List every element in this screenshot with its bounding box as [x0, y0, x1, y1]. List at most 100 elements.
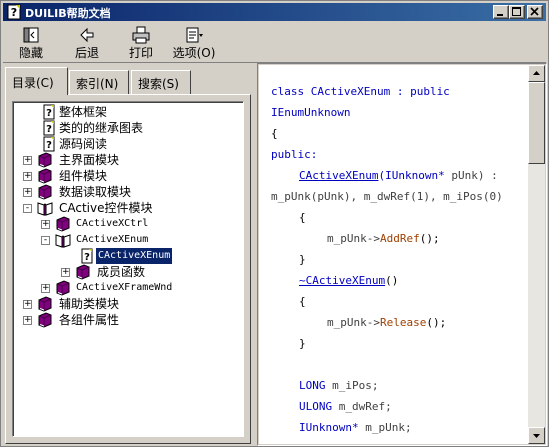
tab-search-label: 搜索(S) — [138, 77, 179, 91]
tab-index-label: 索引(N) — [76, 77, 119, 91]
tree-item-label: 辅助类模块 — [59, 297, 120, 311]
code-line: IUnknown* m_pUnk; — [299, 421, 412, 434]
hide-pane-icon — [23, 27, 39, 43]
contents-tree[interactable]: ? 整体框架 ? 类的的继承图表 ? 源码阅读 + 主界面模块 + 组件模块 +… — [12, 101, 244, 437]
code-line: m_pUnk->Release(); — [327, 316, 447, 329]
back-label: 后退 — [74, 46, 99, 60]
minimize-button[interactable] — [493, 5, 509, 19]
code-line: CActiveXEnum(IUnknown* pUnk) : — [299, 169, 498, 182]
tree-item-label: 组件模块 — [59, 169, 108, 183]
arrow-down-icon — [533, 434, 540, 438]
code-line: class CActiveXEnum : public — [271, 85, 450, 98]
tab-search[interactable]: 搜索(S) — [131, 70, 191, 94]
expand-toggle[interactable]: + — [23, 172, 32, 181]
topic-pane: class CActiveXEnum : public IEnumUnknown… — [257, 63, 547, 446]
svg-text:?: ? — [11, 6, 17, 19]
closed-book-icon — [38, 296, 52, 312]
constructor-link[interactable]: CActiveXEnum — [299, 169, 378, 182]
tree-item-label: 数据读取模块 — [59, 185, 132, 199]
options-label: 选项(O) — [172, 46, 216, 60]
tab-index[interactable]: 索引(N) — [69, 70, 129, 94]
options-button[interactable]: 选项(O) — [169, 25, 219, 61]
maximize-icon — [512, 7, 521, 16]
expand-toggle[interactable]: + — [23, 300, 32, 309]
close-icon — [530, 7, 539, 16]
maximize-button[interactable] — [509, 5, 525, 19]
closed-book-icon — [76, 264, 90, 280]
tree-item-label: 整体框架 — [59, 105, 108, 119]
expand-toggle[interactable]: + — [41, 284, 50, 293]
code-line: public: — [271, 148, 318, 161]
closed-book-icon — [38, 312, 52, 328]
open-book-icon — [37, 202, 53, 216]
window-title: DUILIB帮助文档 — [25, 7, 111, 20]
print-label: 打印 — [128, 46, 153, 60]
open-book-icon — [55, 234, 71, 248]
closed-book-icon — [38, 168, 52, 184]
tree-item-label: 成员函数 — [97, 265, 146, 279]
closed-book-icon — [56, 280, 70, 296]
contents-tab-panel: ? 整体框架 ? 类的的继承图表 ? 源码阅读 + 主界面模块 + 组件模块 +… — [5, 94, 251, 444]
tree-item-label: 各组件属性 — [59, 313, 120, 327]
tree-item-label-selected: CActiveXEnum — [94, 247, 174, 265]
svg-text:?: ? — [84, 252, 90, 263]
tab-contents-label: 目录(C) — [12, 76, 54, 90]
navigation-pane: 目录(C) 索引(N) 搜索(S) ? 整体框架 ? 类的的继承图表 ? 源码阅… — [3, 65, 255, 446]
expand-toggle[interactable]: + — [23, 316, 32, 325]
scroll-thumb[interactable] — [528, 82, 545, 164]
tree-item-label: CActive控件模块 — [59, 201, 153, 215]
help-app-icon: ? — [7, 4, 21, 20]
code-line: IEnumUnknown — [271, 106, 351, 119]
closed-book-icon — [56, 216, 70, 232]
code-line: m_pUnk->AddRef(); — [327, 232, 440, 245]
expand-toggle[interactable]: + — [61, 268, 70, 277]
close-button[interactable] — [527, 5, 543, 19]
code-line: ~CActiveXEnum() — [299, 274, 399, 287]
tree-item-label: 类的的继承图表 — [59, 121, 144, 135]
print-button[interactable]: 打印 — [119, 25, 163, 61]
tree-item-label: 源码阅读 — [59, 137, 108, 151]
tree-item-label: CActiveXEnum — [76, 234, 149, 245]
closed-book-icon — [38, 152, 52, 168]
closed-book-icon — [38, 184, 52, 200]
hide-button[interactable]: 隐藏 — [9, 25, 53, 61]
svg-text:?: ? — [46, 140, 52, 151]
toolbar: 隐藏 后退 打印 选项(O) — [3, 23, 546, 63]
code-line: LONG m_iPos; — [299, 379, 379, 392]
expand-toggle[interactable]: + — [23, 188, 32, 197]
collapse-toggle[interactable]: - — [41, 236, 50, 245]
minimize-icon — [497, 14, 503, 16]
expand-toggle[interactable]: + — [41, 220, 50, 229]
scroll-up-button[interactable] — [528, 65, 545, 82]
help-window: ? DUILIB帮助文档 隐藏 后退 打印 选项(O) 目录(C) 索引(N) … — [0, 0, 549, 447]
code-line: } — [299, 253, 306, 266]
code-line: { — [271, 127, 278, 140]
tree-item-label: 主界面模块 — [59, 153, 120, 167]
options-icon — [186, 27, 203, 43]
vertical-scrollbar[interactable] — [528, 65, 545, 444]
destructor-link[interactable]: ~CActiveXEnum — [299, 274, 385, 287]
scroll-down-button[interactable] — [528, 427, 545, 444]
code-line: m_pUnk(pUnk), m_dwRef(1), m_iPos(0) — [271, 190, 503, 203]
code-line: ULONG m_dwRef; — [299, 400, 392, 413]
tab-contents[interactable]: 目录(C) — [5, 67, 68, 95]
svg-text:?: ? — [46, 124, 52, 135]
back-arrow-icon — [80, 27, 94, 43]
title-bar[interactable]: ? DUILIB帮助文档 — [3, 3, 546, 21]
back-button[interactable]: 后退 — [65, 25, 109, 61]
tree-item-label: CActiveXCtrl — [76, 218, 149, 229]
code-line: { — [299, 211, 306, 224]
topic-content[interactable]: class CActiveXEnum : public IEnumUnknown… — [259, 65, 528, 444]
collapse-toggle[interactable]: - — [23, 204, 32, 213]
code-line: } — [299, 337, 306, 350]
expand-toggle[interactable]: + — [23, 156, 32, 165]
help-page-icon: ? — [43, 104, 55, 120]
hide-label: 隐藏 — [18, 46, 43, 60]
tree-item-label: CActiveXFrameWnd — [76, 282, 173, 293]
code-line: { — [299, 295, 306, 308]
printer-icon — [132, 26, 150, 44]
arrow-up-icon — [533, 71, 540, 75]
svg-text:?: ? — [46, 108, 52, 119]
help-page-icon: ? — [43, 120, 55, 136]
help-page-icon: ? — [81, 248, 93, 264]
